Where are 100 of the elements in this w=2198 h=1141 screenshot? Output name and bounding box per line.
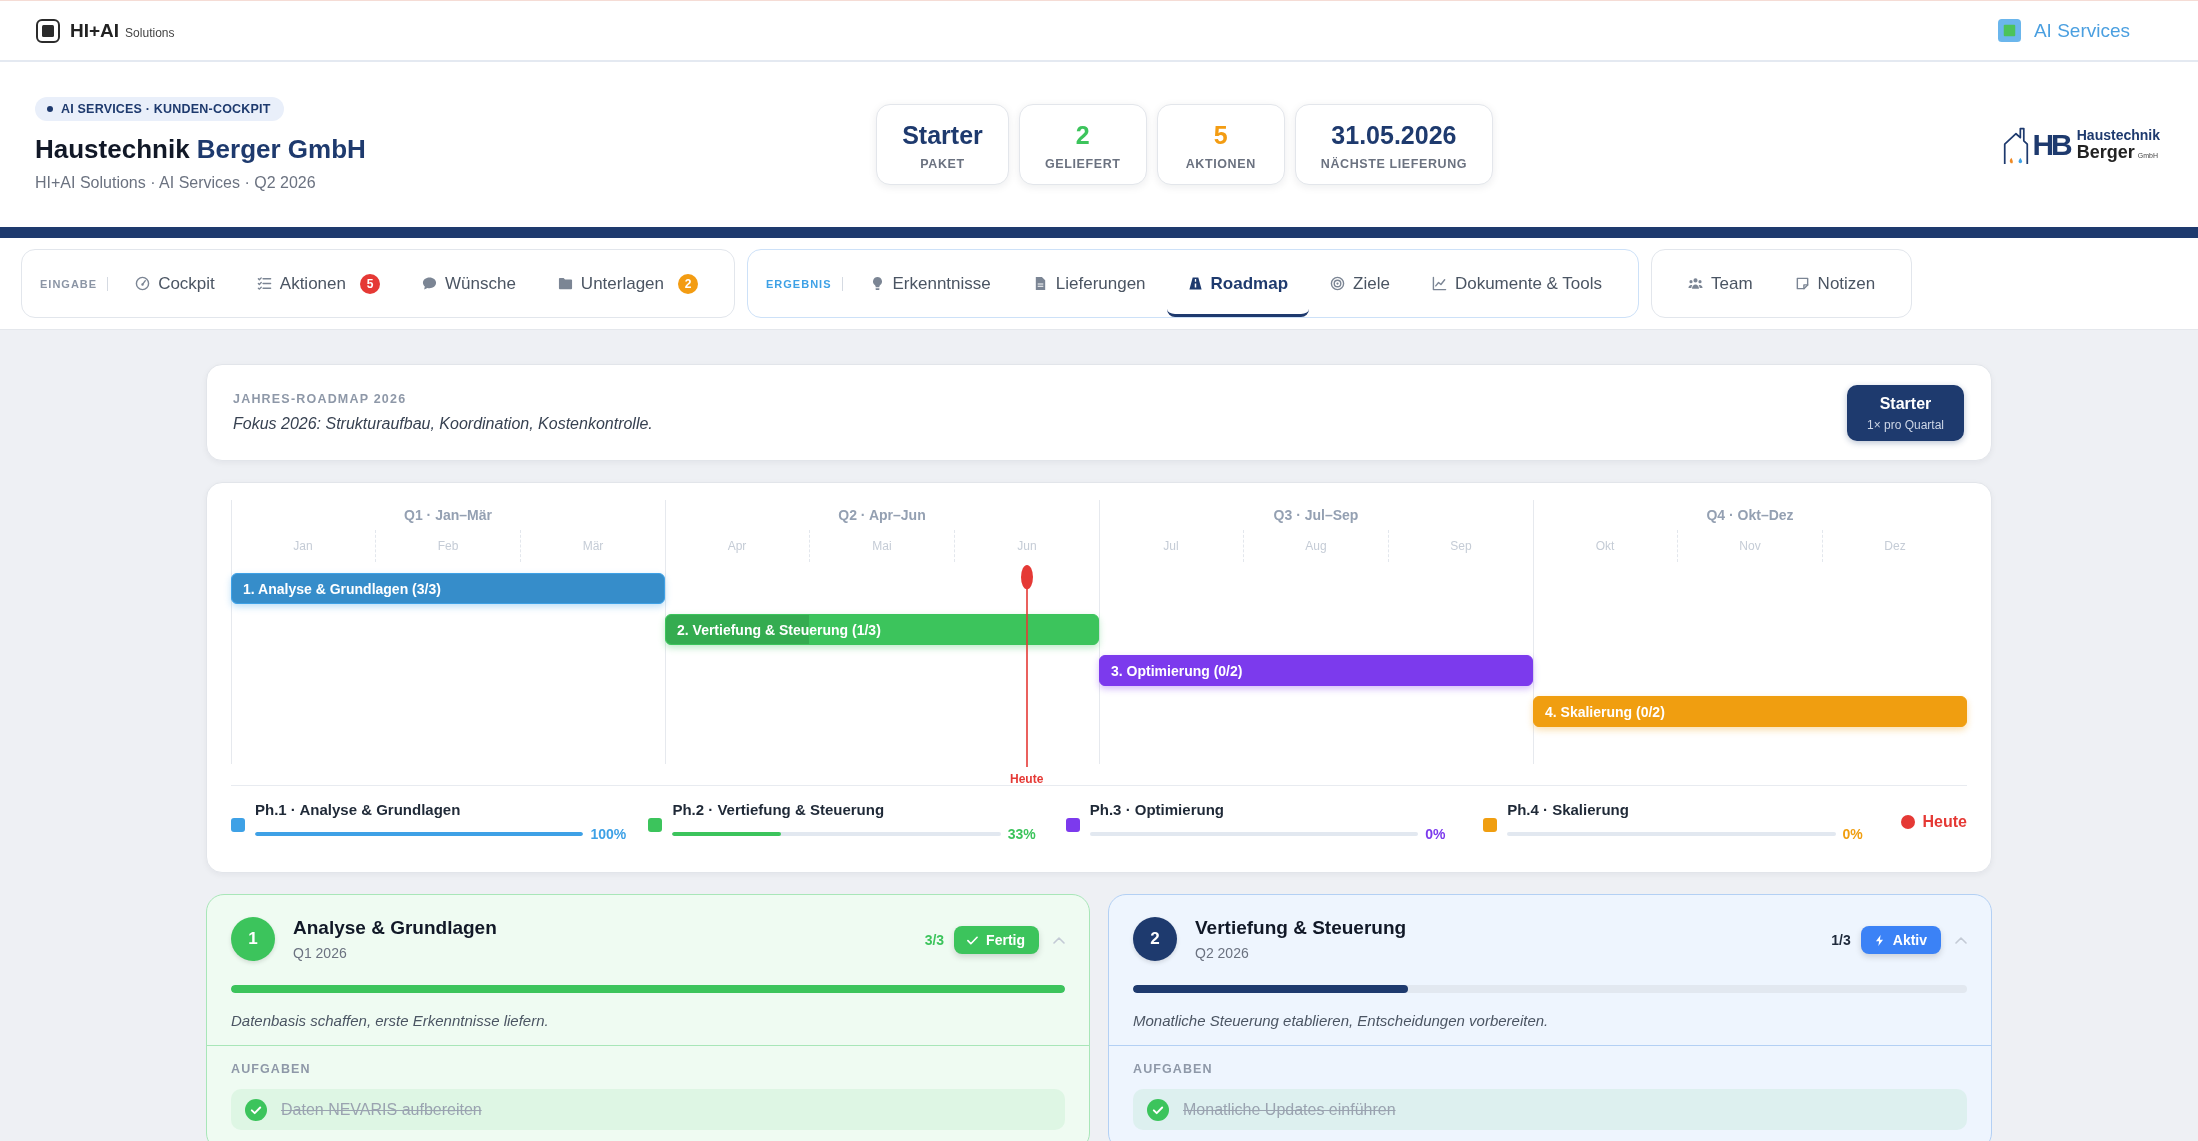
stat-value: 2	[1074, 122, 1091, 150]
brand-tagline: Solutions	[125, 26, 175, 40]
month-label: Nov	[1739, 539, 1761, 553]
task-count: 1/3	[1831, 932, 1851, 948]
progress-percent: 0%	[1842, 826, 1864, 842]
nav-tab[interactable]: Dokumente & Tools	[1410, 250, 1624, 317]
quarter-label: Q1 · Jan–Mär	[403, 506, 493, 525]
legend-label: Ph.2 · Vertiefung & Steuerung	[672, 801, 885, 818]
phase-number: 1	[231, 917, 275, 961]
tasks-heading: AUFGABEN	[231, 1062, 312, 1076]
bar-label: 4. Skalierung (0/2)	[1545, 703, 1665, 720]
legend-label: Ph.1 · Analyse & Grundlagen	[255, 801, 461, 818]
month-label: Jun	[1017, 539, 1037, 553]
month-label: Apr	[727, 539, 747, 553]
legend-label: Ph.4 · Skalierung	[1507, 801, 1629, 818]
target-icon	[1330, 276, 1346, 291]
progress-percent: 33%	[1007, 826, 1037, 842]
package-name: Starter	[1879, 394, 1932, 413]
quarter-label: Q3 · Jul–Sep	[1272, 506, 1360, 525]
chevron-up-icon[interactable]	[1955, 936, 1967, 944]
check-icon	[967, 934, 979, 946]
nav-tab[interactable]: Lieferungen	[1011, 250, 1167, 317]
today-label: Heute	[1010, 772, 1044, 786]
task-count: 3/3	[924, 932, 945, 948]
brand-name: HI+AI	[70, 19, 120, 42]
phase-period: Q2 2026	[1195, 945, 1250, 961]
check-circle-icon[interactable]	[1147, 1098, 1169, 1121]
logo-monogram: HB	[2032, 127, 2070, 162]
company-name: Haustechnik Berger GmbH	[35, 134, 366, 165]
stat-value: 5	[1212, 122, 1229, 150]
phase-description: Monatliche Steuerung etablieren, Entscheidungen vorbereiten.	[1133, 1012, 1550, 1029]
count-badge: 5	[360, 273, 380, 294]
tasks-heading: AUFGABEN	[1133, 1062, 1214, 1076]
roadmap-title: JAHRES-ROADMAP 2026	[233, 392, 408, 406]
stat-value: Starter	[902, 122, 983, 150]
month-label: Mär	[582, 539, 604, 553]
stat-label: AKTIONEN	[1184, 156, 1257, 171]
road-icon	[1187, 276, 1203, 291]
phase-bar[interactable]: 1. Analyse & Grundlagen (3/3)	[231, 573, 665, 604]
group-label: ERGEBNIS	[765, 277, 832, 290]
quarter-label: Q2 · Apr–Jun	[837, 506, 927, 525]
month-label: Jan	[293, 539, 313, 553]
phase-number: 2	[1133, 917, 1177, 961]
month-label: Dez	[1884, 539, 1906, 553]
month-label: Aug	[1305, 539, 1327, 553]
status-badge: Fertig	[954, 926, 1039, 954]
service-icon	[1997, 19, 2021, 42]
progress-percent: 100%	[590, 826, 627, 842]
nav-tab[interactable]: Roadmap	[1166, 250, 1310, 317]
bar-label: 1. Analyse & Grundlagen (3/3)	[243, 580, 441, 597]
people-icon	[1688, 276, 1704, 291]
stat-label: NÄCHSTE LIEFERUNG	[1320, 156, 1468, 171]
chat-icon	[422, 276, 437, 291]
roadmap-focus: Fokus 2026: Strukturaufbau, Koordination, Kostenkontrolle.	[233, 415, 653, 433]
legend-label: Heute	[1922, 812, 1967, 831]
phase-bar[interactable]: 3. Optimierung (0/2)	[1099, 655, 1533, 686]
month-label: Okt	[1595, 539, 1615, 553]
nav-tab[interactable]: Erkenntnisse	[848, 250, 1012, 317]
company-subtitle: HI+AI Solutions · AI Services · Q2 2026	[35, 174, 316, 193]
logo-wordmark: Berger	[2076, 143, 2135, 161]
quarter-label: Q4 · Okt–Dez	[1705, 506, 1795, 525]
status-badge: Aktiv	[1860, 926, 1941, 954]
legend-label: Ph.3 · Optimierung	[1089, 801, 1224, 818]
task-label: Monatliche Updates einführen	[1183, 1100, 1396, 1119]
bar-label: 2. Vertiefung & Steuerung (1/3)	[677, 621, 881, 638]
nav-tab[interactable]: Team	[1667, 250, 1774, 317]
phase-title: Vertiefung & Steuerung	[1195, 917, 1408, 939]
stat-value: 31.05.2026	[1330, 122, 1458, 150]
phase-description: Datenbasis schaffen, erste Erkenntnisse liefern.	[231, 1012, 550, 1029]
logo-wordmark: Haustechnik	[2076, 128, 2160, 142]
folder-icon	[557, 276, 573, 291]
line-chart-icon	[1431, 276, 1447, 291]
badge-label: AI SERVICES · KUNDEN-COCKPIT	[61, 101, 271, 116]
month-label: Feb	[437, 539, 459, 553]
phase-title: Analyse & Grundlagen	[293, 917, 498, 939]
nav-tab[interactable]: Wünsche	[401, 250, 537, 317]
nav-tab[interactable]: Notizen	[1773, 250, 1897, 317]
checklist-icon	[256, 276, 272, 291]
month-label: Mai	[872, 539, 892, 553]
bullet-icon	[47, 105, 53, 112]
nav-tab[interactable]: Unterlagen 2	[536, 250, 720, 317]
bar-label: 3. Optimierung (0/2)	[1111, 662, 1243, 679]
count-badge: 2	[678, 273, 699, 294]
group-label: EINGABE	[39, 277, 98, 290]
nav-tab[interactable]: Ziele	[1309, 250, 1411, 317]
nav-tab[interactable]: Cockpit	[114, 250, 236, 317]
stat-label: PAKET	[919, 156, 966, 171]
task-label: Daten NEVARIS aufbereiten	[281, 1100, 482, 1119]
today-dot-icon	[1900, 814, 1915, 829]
check-circle-icon[interactable]	[245, 1098, 267, 1121]
month-label: Sep	[1450, 539, 1472, 553]
phase-period: Q1 2026	[293, 945, 348, 961]
note-icon	[1794, 276, 1810, 291]
package-frequency: 1× pro Quartal	[1866, 417, 1944, 432]
logo-icon	[36, 18, 60, 43]
nav-tab[interactable]: Aktionen 5	[235, 250, 401, 317]
gauge-icon	[135, 276, 151, 291]
progress-percent: 0%	[1425, 826, 1447, 842]
chevron-up-icon[interactable]	[1053, 936, 1065, 944]
stat-label: GELIEFERT	[1044, 156, 1121, 171]
